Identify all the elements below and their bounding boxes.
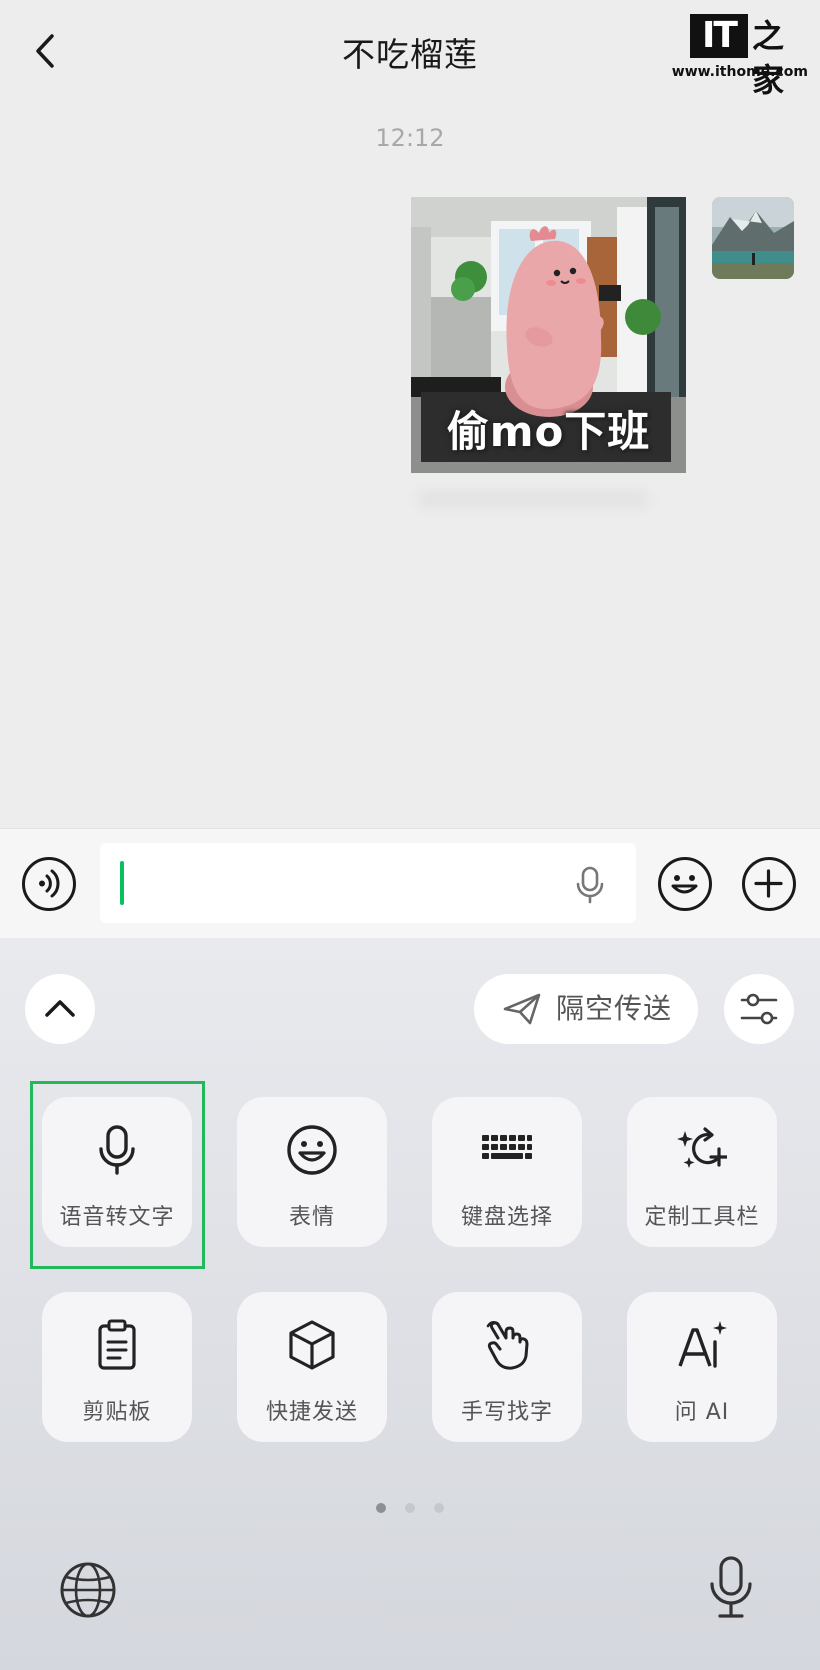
emoji-button[interactable] [658, 857, 712, 911]
emoji-icon [287, 1125, 337, 1175]
tool-speech-to-text[interactable]: 语音转文字 [42, 1097, 192, 1247]
more-button[interactable] [742, 857, 796, 911]
tool-quick-send[interactable]: 快捷发送 [237, 1292, 387, 1442]
sticker-message[interactable]: 偷mo下班 [411, 197, 686, 473]
tool-emoji[interactable]: 表情 [237, 1097, 387, 1247]
settings-button[interactable] [724, 974, 794, 1044]
tool-keyboard-select[interactable]: 键盘选择 [432, 1097, 582, 1247]
microphone-icon[interactable] [572, 865, 608, 905]
voice-input-key[interactable] [706, 1554, 756, 1624]
page-indicator [0, 1498, 820, 1517]
language-switch-button[interactable] [58, 1560, 118, 1620]
tool-label: 定制工具栏 [644, 1205, 760, 1230]
cube-icon [289, 1320, 335, 1370]
avatar[interactable] [712, 197, 794, 279]
clipboard-icon [98, 1319, 136, 1370]
globe-icon [60, 1562, 116, 1618]
tool-handwriting[interactable]: 手写找字 [432, 1292, 582, 1442]
chevron-up-icon [45, 1000, 75, 1017]
keyboard-icon [482, 1135, 532, 1159]
page-dot [434, 1503, 445, 1513]
paper-plane-icon [503, 993, 541, 1025]
sticker-shadow [418, 490, 648, 508]
tool-clipboard[interactable]: 剪贴板 [42, 1292, 192, 1442]
tool-ask-ai[interactable]: 问 AI [627, 1292, 777, 1442]
watermark-logo-it: IT [690, 14, 748, 58]
watermark-logo-cn: 之家 [752, 17, 785, 99]
collapse-button[interactable] [25, 974, 95, 1044]
page-dot [375, 1503, 386, 1513]
tool-label: 问 AI [674, 1400, 730, 1425]
microphone-icon [710, 1556, 752, 1618]
ithome-logo: IT 之家 [690, 14, 808, 99]
text-cursor [120, 861, 124, 905]
customize-toolbar-icon [677, 1127, 727, 1168]
plus-icon [754, 869, 783, 898]
sticker-caption: 偷mo下班 [446, 407, 651, 456]
chat-header: 不吃榴莲 IT 之家 www.ithome.com [0, 0, 820, 100]
emoji-icon [671, 875, 698, 894]
message-input-bar [0, 828, 820, 939]
avatar-image [712, 197, 794, 279]
voice-input-button[interactable] [22, 857, 76, 911]
handwriting-icon [486, 1321, 529, 1370]
page-dot [405, 1503, 415, 1513]
tool-label: 快捷发送 [265, 1400, 358, 1425]
tool-customize-toolbar[interactable]: 定制工具栏 [627, 1097, 777, 1247]
tool-label: 剪贴板 [82, 1400, 152, 1425]
airdrop-label: 隔空传送 [556, 992, 673, 1025]
message-text-field[interactable] [100, 843, 636, 923]
microphone-icon [99, 1125, 135, 1175]
tool-label: 表情 [288, 1205, 335, 1230]
ai-sparkle-icon [678, 1321, 727, 1368]
ithome-watermark: IT 之家 www.ithome.com [672, 14, 808, 99]
sliders-icon [740, 993, 778, 1025]
tool-label: 语音转文字 [59, 1205, 175, 1230]
airdrop-button[interactable]: 隔空传送 [474, 974, 698, 1044]
message-timestamp: 12:12 [375, 124, 445, 152]
tool-label: 手写找字 [460, 1400, 553, 1425]
tool-label: 键盘选择 [460, 1205, 553, 1230]
voice-message-icon [39, 869, 60, 898]
watermark-url: www.ithome.com [671, 64, 808, 80]
